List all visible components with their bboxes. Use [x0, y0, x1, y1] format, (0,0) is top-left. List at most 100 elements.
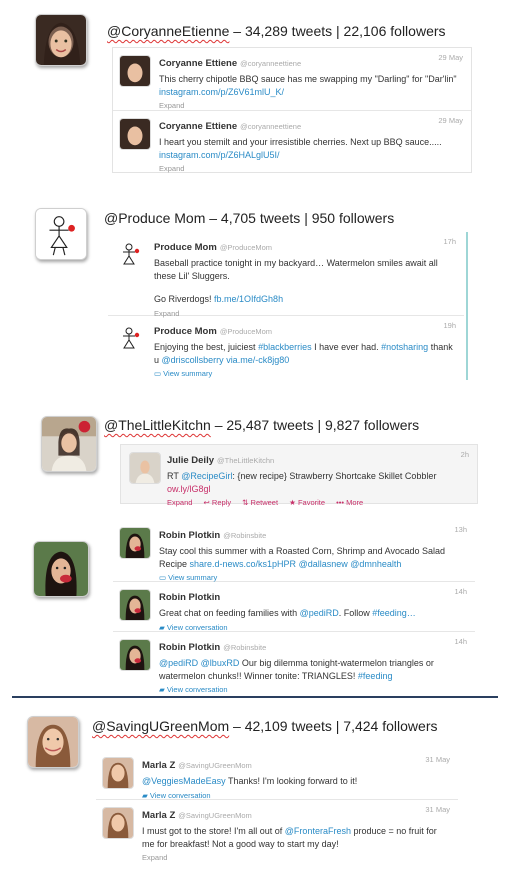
mention-link[interactable]: @lbuxRD [201, 658, 240, 668]
mention-link[interactable]: @FronteraFresh [285, 826, 351, 836]
hashtag-link[interactable]: #blackberries [258, 342, 312, 352]
profile-avatar-savingugreenmom[interactable] [27, 716, 79, 768]
tweet-timestamp[interactable]: 17h [443, 237, 456, 246]
view-summary-link[interactable]: ▭ View summary [159, 573, 467, 582]
profile-handle[interactable]: @Produce Mom [104, 210, 205, 226]
tweet-link[interactable]: fb.me/1OIfdGh8h [214, 294, 283, 304]
tweet-text-part: Great chat on feeding families with [159, 608, 300, 618]
retweet-action[interactable]: ⇅ Retweet [242, 498, 278, 507]
tweet-author-name[interactable]: Coryanne Ettiene [159, 58, 237, 69]
tweet-avatar[interactable] [119, 55, 151, 87]
tweet-author-name[interactable]: Marla Z [142, 810, 175, 821]
tweet-timestamp[interactable]: 29 May [438, 53, 463, 62]
tweet-timestamp[interactable]: 29 May [438, 116, 463, 125]
profile-handle[interactable]: @TheLittleKitchn [104, 417, 211, 433]
tweet-timestamp[interactable]: 31 May [425, 805, 450, 814]
tweet-link[interactable]: share.d-news.co/ks1pHPR [190, 559, 297, 569]
tweet-avatar[interactable] [114, 323, 146, 355]
profile-avatar-thelittlekitchn[interactable] [41, 416, 97, 472]
tweet-item[interactable]: Robin Plotkin 14h Great chat on feeding … [113, 582, 475, 632]
profile-stats: – 42,109 tweets | 7,424 followers [229, 718, 438, 734]
more-action[interactable]: ••• More [336, 498, 363, 507]
tweet-item[interactable]: Marla Z @SavingUGreenMom 31 May I must go… [96, 800, 458, 866]
tweet-timestamp[interactable]: 31 May [425, 755, 450, 764]
view-conversation-label: View conversation [166, 622, 228, 632]
hashtag-link[interactable]: #feeding… [372, 608, 416, 618]
tweet-text-part: I must got to the store! I'm all out of [142, 826, 285, 836]
tweet-item[interactable]: Coryanne Ettiene @coryanneettiene 29 May … [113, 111, 471, 174]
profile-avatar-robinsbite[interactable] [33, 541, 89, 597]
view-summary-link[interactable]: ▭ View summary [154, 369, 456, 378]
tweet-author-name[interactable]: Julie Deily [167, 455, 214, 466]
profile-avatar-coryanne[interactable] [35, 14, 87, 66]
tweet-author-name[interactable]: Robin Plotkin [159, 592, 220, 603]
tweet-author-name[interactable]: Robin Plotkin [159, 530, 220, 541]
view-conversation-link[interactable]: ▰ View conversation [159, 685, 467, 694]
profile-stats: – 4,705 tweets | 950 followers [205, 210, 395, 226]
mention-link[interactable]: @RecipeGirl [181, 471, 232, 481]
tweet-author-name[interactable]: Marla Z [142, 760, 175, 771]
tweet-avatar[interactable] [102, 757, 134, 789]
mention-link[interactable]: @dallasnew [299, 559, 348, 569]
expand-link[interactable]: Expand [159, 101, 463, 110]
tweet-timestamp[interactable]: 13h [454, 525, 467, 534]
tweet-item[interactable]: Produce Mom @ProduceMom 17h Baseball prac… [108, 232, 464, 318]
tweet-link[interactable]: via.me/-ck8jg80 [226, 355, 289, 365]
tweet-item[interactable]: Julie Deily @TheLittleKitchn 2h RT @Recip… [121, 445, 477, 507]
expand-link[interactable]: Expand [159, 164, 463, 173]
tweet-username[interactable]: @SavingUGreenMom [178, 811, 251, 820]
tweet-username[interactable]: @ProduceMom [220, 327, 272, 336]
tweet-timestamp[interactable]: 14h [454, 587, 467, 596]
tweet-item[interactable]: Coryanne Ettiene @coryanneettiene 29 May … [113, 48, 471, 111]
tweet-timestamp[interactable]: 19h [443, 321, 456, 330]
expand-action[interactable]: Expand [167, 498, 192, 507]
tweet-link[interactable]: ow.ly/lG8gl [167, 484, 211, 494]
profile-avatar-producemom[interactable] [35, 208, 87, 260]
tweet-username[interactable]: @coryanneettiene [240, 59, 301, 68]
tweet-username[interactable]: @Robinsbite [223, 643, 266, 652]
tweet-avatar[interactable] [119, 118, 151, 150]
tweet-item[interactable]: Marla Z @SavingUGreenMom 31 May @VeggiesM… [96, 750, 458, 800]
mention-link[interactable]: @VeggiesMadeEasy [142, 776, 226, 786]
tweet-link[interactable]: instagram.com/p/Z6V61mlU_K/ [159, 87, 284, 97]
tweet-link[interactable]: instagram.com/p/Z6HALglU5I/ [159, 150, 280, 160]
tweet-author-name[interactable]: Coryanne Ettiene [159, 121, 237, 132]
favorite-action[interactable]: ★ Favorite [289, 498, 325, 507]
mention-link[interactable]: @dmnhealth [350, 559, 401, 569]
summary-icon: ▭ [154, 369, 164, 378]
tweet-author-name[interactable]: Produce Mom [154, 326, 217, 337]
reply-action[interactable]: ↩ Reply [204, 498, 232, 507]
hashtag-link[interactable]: #feeding [358, 671, 393, 681]
view-conversation-link[interactable]: ▰ View conversation [142, 791, 450, 800]
tweet-avatar[interactable] [129, 452, 161, 484]
view-summary-label: View summary [163, 369, 213, 378]
tweet-author-name[interactable]: Produce Mom [154, 242, 217, 253]
tweet-username[interactable]: @TheLittleKitchn [217, 456, 274, 465]
speech-bubble-icon: ▰ [159, 685, 167, 694]
tweet-item[interactable]: Robin Plotkin @Robinsbite 14h @pediRD @lb… [113, 632, 475, 694]
tweet-timestamp[interactable]: 14h [454, 637, 467, 646]
tweet-username[interactable]: @Robinsbite [223, 531, 266, 540]
view-conversation-link[interactable]: ▰ View conversation [159, 623, 467, 632]
mention-link[interactable]: @pediRD [300, 608, 339, 618]
tweet-item[interactable]: Robin Plotkin @Robinsbite 13h Stay cool t… [113, 520, 475, 582]
tweet-avatar[interactable] [114, 239, 146, 271]
hashtag-link[interactable]: #notsharing [381, 342, 428, 352]
profile-handle[interactable]: @CoryanneEtienne [107, 23, 229, 39]
tweet-username[interactable]: @coryanneettiene [240, 122, 301, 131]
tweet-avatar[interactable] [119, 639, 151, 671]
mention-link[interactable]: @driscollsberry [162, 355, 224, 365]
tweet-avatar[interactable] [119, 527, 151, 559]
tweet-avatar[interactable] [119, 589, 151, 621]
tweet-username[interactable]: @ProduceMom [220, 243, 272, 252]
profile-header-savingugreenmom: @SavingUGreenMom – 42,109 tweets | 7,424… [92, 718, 437, 734]
expand-link[interactable]: Expand [142, 853, 450, 862]
tweet-text-part: : {new recipe} Strawberry Shortcake Skil… [232, 471, 437, 481]
tweet-author-name[interactable]: Robin Plotkin [159, 642, 220, 653]
profile-handle[interactable]: @SavingUGreenMom [92, 718, 229, 734]
mention-link[interactable]: @pediRD [159, 658, 198, 668]
tweet-item[interactable]: Produce Mom @ProduceMom 19h Enjoying the … [108, 316, 464, 380]
tweet-timestamp[interactable]: 2h [461, 450, 469, 459]
tweet-avatar[interactable] [102, 807, 134, 839]
tweet-username[interactable]: @SavingUGreenMom [178, 761, 251, 770]
